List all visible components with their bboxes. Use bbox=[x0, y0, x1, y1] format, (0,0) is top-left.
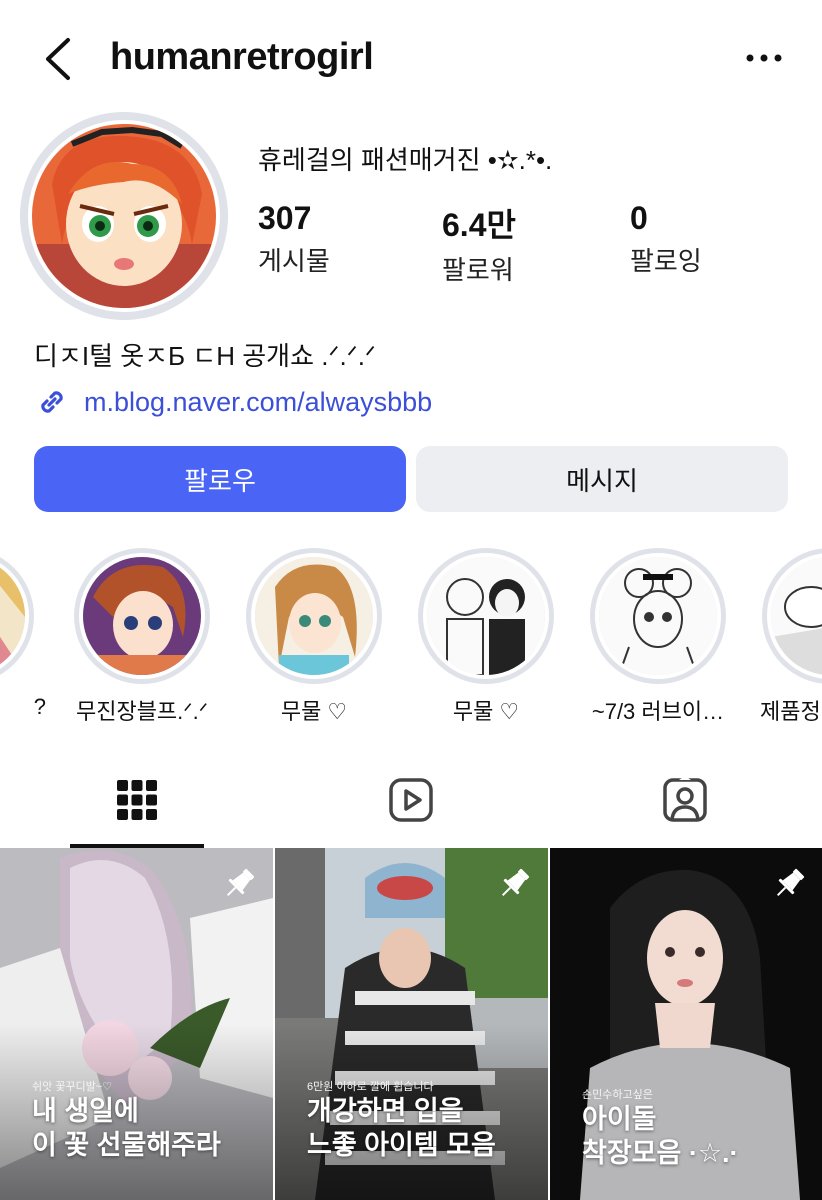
profile-tabs bbox=[0, 752, 822, 848]
posts-count: 307 bbox=[258, 200, 312, 236]
highlight-item[interactable]: ~7/3 러브이… bbox=[588, 548, 728, 726]
tab-posts-grid[interactable] bbox=[0, 752, 274, 848]
profile-link[interactable]: m.blog.naver.com/alwaysbbb bbox=[34, 382, 432, 422]
more-options-icon[interactable] bbox=[744, 48, 784, 68]
pin-icon bbox=[776, 868, 805, 897]
tab-reels[interactable] bbox=[274, 752, 548, 848]
reels-icon bbox=[389, 778, 433, 822]
post-caption-small: 쉬앗 꽃꾸디발~♡ bbox=[32, 1081, 113, 1093]
highlight-label: ? bbox=[33, 694, 46, 719]
highlight-label: 제품정 bbox=[760, 699, 821, 724]
highlight-item[interactable]: 무진장블프.ᐟ.ᐟ bbox=[72, 548, 212, 726]
highlight-thumbnail bbox=[79, 553, 205, 679]
highlight-item[interactable]: 무물 ♡ bbox=[244, 548, 384, 726]
display-name: 휴레걸의 패션매거진 •✫.*•. bbox=[258, 145, 553, 175]
post-caption-line1: 개강하면 입을 bbox=[307, 1096, 464, 1126]
post-thumbnail[interactable]: 쉬앗 꽃꾸디발~♡ 내 생일에 이 꽃 선물해주라 bbox=[0, 848, 273, 1200]
username: humanretrogirl bbox=[110, 36, 374, 78]
highlight-label: 무물 ♡ bbox=[452, 699, 520, 724]
post-caption-line1: 내 생일에 bbox=[32, 1096, 139, 1126]
posts-label: 게시물 bbox=[258, 246, 330, 276]
post-caption-small: 6만원 이하로 깔에 휩습니다 bbox=[307, 1081, 434, 1093]
post-thumbnail[interactable]: 6만원 이하로 깔에 휩습니다 개강하면 입을 느좋 아이템 모음 bbox=[275, 848, 548, 1200]
following-count: 0 bbox=[630, 200, 648, 236]
highlight-label: 무진장블프.ᐟ.ᐟ bbox=[75, 699, 209, 724]
story-highlights: ? 무진장블프.ᐟ.ᐟ 무물 ♡ 무물 ♡ ~7/3 러브이… 제품정 bbox=[0, 548, 822, 728]
followers-stat[interactable]: 6.4만 팔로워 bbox=[442, 200, 516, 287]
tab-tagged[interactable] bbox=[548, 752, 822, 848]
highlight-label: ~7/3 러브이… bbox=[591, 699, 725, 724]
message-button[interactable]: 메시지 bbox=[416, 446, 788, 512]
post-caption-line2: 이 꽃 선물해주라 bbox=[32, 1130, 221, 1160]
grid-icon bbox=[117, 780, 157, 820]
pin-icon bbox=[501, 868, 530, 897]
highlight-thumbnail bbox=[423, 553, 549, 679]
posts-grid: 쉬앗 꽃꾸디발~♡ 내 생일에 이 꽃 선물해주라 6만원 이하로 깔에 휩습니… bbox=[0, 848, 822, 1200]
followers-label: 팔로워 bbox=[442, 255, 514, 285]
link-icon bbox=[41, 391, 63, 413]
pin-icon bbox=[226, 868, 255, 897]
post-thumbnail[interactable]: 손민수하고싶은 아이돌 착장모음 ·☆.· bbox=[550, 848, 822, 1200]
post-caption-small: 손민수하고싶은 bbox=[582, 1089, 653, 1101]
highlight-item[interactable]: ? bbox=[0, 548, 46, 720]
avatar-image bbox=[28, 120, 220, 312]
tagged-icon bbox=[663, 776, 707, 822]
link-text[interactable]: m.blog.naver.com/alwaysbbb bbox=[84, 387, 432, 418]
highlight-thumbnail bbox=[767, 553, 822, 679]
following-stat[interactable]: 0 팔로잉 bbox=[630, 200, 702, 278]
bio-text: 디ㅈI털 옷ㅈБ ㄷH 공개쇼 .ᐟ.ᐟ.ᐟ bbox=[34, 341, 376, 371]
profile-header: humanretrogirl bbox=[0, 0, 822, 118]
highlight-thumbnail bbox=[595, 553, 721, 679]
highlight-thumbnail bbox=[0, 553, 29, 679]
follow-button[interactable]: 팔로우 bbox=[34, 446, 406, 512]
highlight-item[interactable]: 제품정 bbox=[760, 548, 822, 726]
post-caption-line2: 착장모음 ·☆.· bbox=[582, 1138, 739, 1168]
highlight-label: 무물 ♡ bbox=[280, 699, 348, 724]
post-caption-line1: 아이돌 bbox=[582, 1104, 657, 1134]
highlight-item[interactable]: 무물 ♡ bbox=[416, 548, 556, 726]
following-label: 팔로잉 bbox=[630, 246, 702, 276]
posts-stat[interactable]: 307 게시물 bbox=[258, 200, 330, 278]
followers-count: 6.4만 bbox=[442, 207, 516, 243]
post-caption-line2: 느좋 아이템 모음 bbox=[307, 1130, 496, 1160]
highlight-thumbnail bbox=[251, 553, 377, 679]
avatar[interactable] bbox=[20, 112, 228, 320]
back-icon[interactable] bbox=[40, 36, 76, 82]
